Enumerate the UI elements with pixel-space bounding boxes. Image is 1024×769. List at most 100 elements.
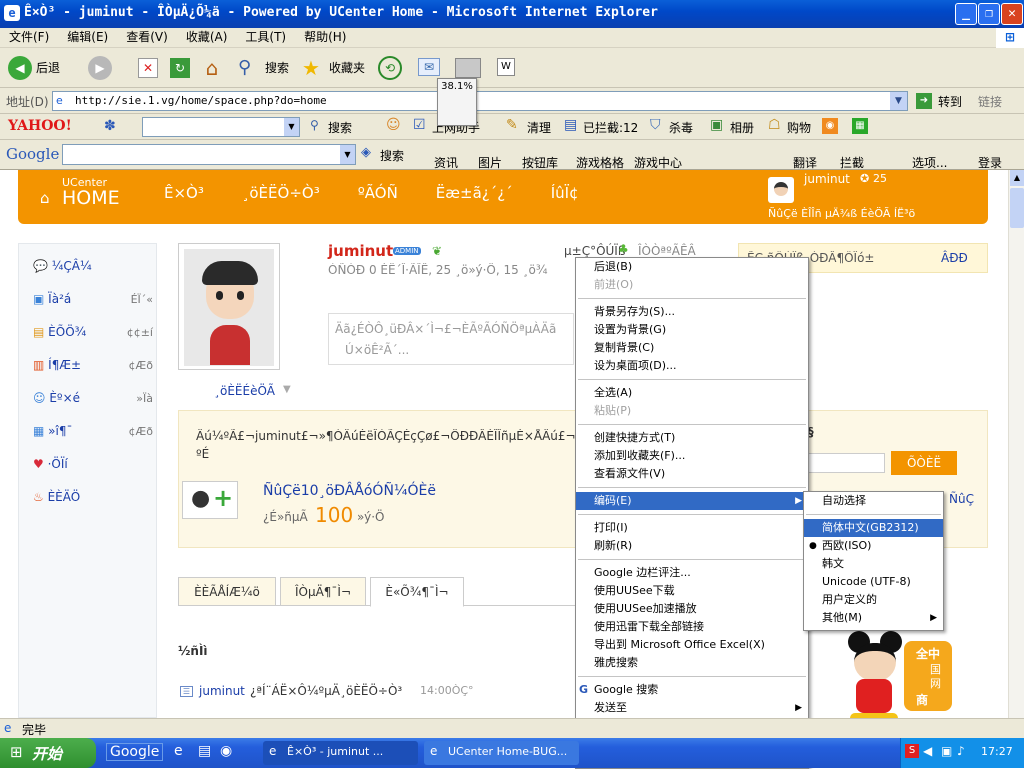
scroll-thumb[interactable] xyxy=(1010,188,1024,228)
context-menu-item[interactable]: 查看源文件(V) xyxy=(576,465,808,483)
edit-word-icon[interactable]: W xyxy=(497,58,515,76)
search-button[interactable]: 搜索 xyxy=(265,55,289,81)
context-menu-item[interactable]: 复制背景(C) xyxy=(576,339,808,357)
yahoo-dropdown-icon[interactable]: ▼ xyxy=(284,118,299,136)
menu-view[interactable]: 查看(V) xyxy=(117,28,177,47)
sidebar-item-group[interactable]: ☺ Èº×é »Ïà xyxy=(33,382,153,415)
quicklaunch-media-icon[interactable]: ◉ xyxy=(220,743,232,759)
favorites-button[interactable]: 收藏夹 xyxy=(329,55,365,81)
tab-my-feed[interactable]: ÎÒµÄ¶¯Ì¬ xyxy=(280,577,366,606)
sidebar-item-records[interactable]: 💬 ¼ÇÂ¼ xyxy=(33,250,153,283)
encoding-menu-item[interactable]: Unicode (UTF-8) xyxy=(804,573,943,591)
clean-button[interactable]: 清理 xyxy=(527,119,551,136)
green-button-icon[interactable]: ▦ xyxy=(852,118,868,134)
flower-icon[interactable]: ✽ xyxy=(104,118,116,134)
album-button[interactable]: 相册 xyxy=(730,119,754,136)
sidebar-item-blog[interactable]: ▤ ÈÕÖ¾ ¢¢±í xyxy=(33,316,153,349)
mood-input[interactable]: Äã¿ÉÒÔ¸üÐÂ×´Ì¬£¬ÈÃºÃÓÑÖªµÀÄã Ú×öÊ²Ã´... xyxy=(328,313,574,365)
tray-expand-icon[interactable]: ◀ xyxy=(923,744,932,758)
blocked-count[interactable]: 已拦截:12 xyxy=(583,119,638,136)
menu-edit[interactable]: 编辑(E) xyxy=(58,28,117,47)
login-button[interactable]: 登录 xyxy=(978,154,1002,171)
rss-icon[interactable]: ◉ xyxy=(822,118,838,134)
avatar-settings-link[interactable]: ¸öÈËÉèÖÃ xyxy=(214,384,275,398)
start-button[interactable]: ⊞ 开始 xyxy=(0,738,96,768)
context-menu-item[interactable]: 导出到 Microsoft Office Excel(X) xyxy=(576,636,808,654)
back-arrow-icon[interactable]: ◀ xyxy=(8,56,32,80)
close-button[interactable]: ✕ xyxy=(1001,3,1023,25)
favorites-star-icon[interactable]: ★ xyxy=(302,56,326,80)
shopping-button[interactable]: 购物 xyxy=(787,119,811,136)
context-menu-item[interactable]: 添加到收藏夹(F)... xyxy=(576,447,808,465)
tab-hot[interactable]: ÈÈÃÅÍÆ¼ö xyxy=(178,577,276,606)
logo-bottom[interactable]: HOME xyxy=(62,187,120,209)
context-menu-item[interactable]: 设置为背景(G) xyxy=(576,321,808,339)
vertical-scrollbar[interactable]: ▲ xyxy=(1008,170,1024,718)
encoding-menu-item[interactable]: 简体中文(GB2312) xyxy=(804,519,943,537)
people-search-button[interactable]: ÕÒÈË xyxy=(891,451,957,475)
context-menu-item[interactable]: 刷新(R) xyxy=(576,537,808,555)
mascot-badge[interactable]: 全中 国 网 商 xyxy=(904,641,952,711)
nav-home[interactable]: Ê×Ò³ xyxy=(164,184,204,202)
address-input[interactable]: e http://sie.1.vg/home/space.php?do=home… xyxy=(52,91,908,111)
nav-friends[interactable]: ºÃÓÑ xyxy=(358,184,398,202)
go-arrow-icon[interactable]: ➜ xyxy=(916,93,932,109)
sidebar-item-poll[interactable]: ▥ Í¶Æ± ¢Æð xyxy=(33,349,153,382)
invite-side-link[interactable]: ÑûÇ xyxy=(949,492,974,506)
maximize-button[interactable]: ❐ xyxy=(978,3,1000,25)
links-button[interactable]: 链接 xyxy=(978,93,1002,110)
refresh-icon[interactable]: ↻ xyxy=(170,58,190,78)
block-popup-button[interactable]: 拦截 xyxy=(840,154,864,171)
tab-all-feed[interactable]: È«Õ¾¶¯Ì¬ xyxy=(370,577,464,607)
taskbar-task-2[interactable]: e UCenter Home-BUG... xyxy=(424,741,579,765)
context-menu-item[interactable]: 设为桌面项(D)... xyxy=(576,357,808,375)
context-menu-item[interactable]: 打印(I) xyxy=(576,519,808,537)
context-menu-item[interactable]: 后退(B) xyxy=(576,258,808,276)
context-menu-item[interactable]: 前进(O) xyxy=(576,276,808,294)
avatar-frame[interactable] xyxy=(178,243,280,370)
context-menu-item[interactable]: Google 搜索 G xyxy=(576,681,808,699)
images-button[interactable]: 图片 xyxy=(478,154,502,171)
scroll-up-icon[interactable]: ▲ xyxy=(1010,170,1024,186)
home-icon[interactable]: ⌂ xyxy=(200,56,224,80)
sidebar-item-event[interactable]: ▦ »î¶¯ ¢Æð xyxy=(33,415,153,448)
buttons-button[interactable]: 按钮库 xyxy=(522,154,558,171)
taskbar-google[interactable]: Google xyxy=(106,743,164,761)
google-logo[interactable]: Google xyxy=(6,145,59,163)
invite-title[interactable]: ÑûÇë10¸öÐÂÅóÓÑ¼ÓÈë xyxy=(263,483,436,499)
tray-volume-icon[interactable]: ♪ xyxy=(957,744,965,758)
sidebar-item-hot[interactable]: ♨ ÈÈÄÖ xyxy=(33,481,153,514)
menu-file[interactable]: 文件(F) xyxy=(0,28,58,47)
nav-messages[interactable]: ÍûÏ¢ xyxy=(551,184,579,202)
sidebar-item-action[interactable]: ¢¢±í xyxy=(127,316,153,349)
sidebar-item-action[interactable]: ¢Æð xyxy=(129,415,153,448)
context-menu-item[interactable]: 全选(A) xyxy=(576,384,808,402)
context-menu-item[interactable]: 使用UUSee下载 xyxy=(576,582,808,600)
context-menu-item[interactable]: 背景另存为(S)... xyxy=(576,303,808,321)
context-menu-item[interactable]: 使用迅雷下载全部链接 xyxy=(576,618,808,636)
translate-button[interactable]: 翻译 xyxy=(793,154,817,171)
history-icon[interactable]: ⟲ xyxy=(378,56,402,80)
nav-profile[interactable]: ¸öÈËÖ÷Ò³ xyxy=(242,184,320,202)
encoding-menu-item[interactable]: 韩文 xyxy=(804,555,943,573)
minimize-button[interactable]: _ xyxy=(955,3,977,25)
nav-browse[interactable]: Ëæ±ã¿´¿´ xyxy=(436,184,513,202)
go-button[interactable]: 转到 xyxy=(938,93,962,110)
google-dropdown-icon[interactable]: ▼ xyxy=(340,145,355,164)
google-search-button[interactable]: 搜索 xyxy=(380,147,404,164)
quicklaunch-desktop-icon[interactable]: ▤ xyxy=(198,743,211,759)
context-menu-item[interactable]: 编码(E) ▶ xyxy=(576,492,808,510)
print-icon[interactable] xyxy=(455,58,481,78)
context-menu-item[interactable]: Google 边栏评注... xyxy=(576,564,808,582)
quicklaunch-ie-icon[interactable]: e xyxy=(174,743,183,759)
header-avatar[interactable] xyxy=(768,177,794,203)
smile-icon[interactable]: ☺ xyxy=(386,117,401,133)
menu-help[interactable]: 帮助(H) xyxy=(295,28,355,47)
header-username[interactable]: juminut xyxy=(804,172,850,186)
context-menu-item[interactable]: 发送至 ▶ xyxy=(576,699,808,717)
forward-arrow-icon[interactable]: ▶ xyxy=(88,56,112,80)
header-links[interactable]: ÑûÇë ÈÎÎñ µÄ¾ß ÉèÖÃ ÍË³ö xyxy=(768,207,915,220)
chevron-down-icon[interactable]: ▼ xyxy=(283,384,291,395)
sidebar-item-action[interactable]: ¢Æð xyxy=(129,349,153,382)
encoding-menu-item[interactable]: 其他(M) ▶ xyxy=(804,609,943,627)
